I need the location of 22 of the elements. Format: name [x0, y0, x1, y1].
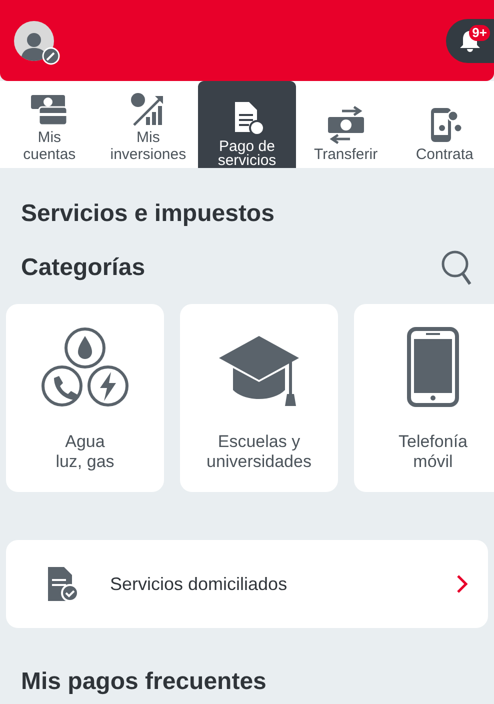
nav-tab[interactable]: Mis cuentas	[0, 81, 99, 168]
notification-count: 9+	[469, 24, 490, 40]
cash-card-icon	[29, 93, 70, 127]
category-card[interactable]: Telefonía móvil	[354, 304, 494, 492]
nav-tab[interactable]: Mis inversiones	[98, 81, 198, 168]
edit-icon	[42, 46, 60, 64]
domiciled-services-row[interactable]: Servicios domiciliados	[6, 540, 488, 628]
mobile-phone-icon	[406, 326, 460, 408]
category-card[interactable]: Agua luz, gas	[6, 304, 164, 492]
notifications-button[interactable]: 9+	[446, 18, 494, 62]
profile-avatar[interactable]	[14, 20, 54, 60]
frequent-payments-title: Mis pagos frecuentes	[20, 667, 268, 697]
chevron-right-icon	[456, 574, 468, 594]
categories-title: Categorías	[21, 253, 146, 283]
document-check-icon	[46, 565, 80, 603]
search-icon[interactable]	[441, 248, 473, 288]
nav-tab[interactable]: Pago de servicios	[198, 81, 296, 168]
category-card[interactable]: Escuelas y universidades	[180, 304, 338, 492]
nav-tab[interactable]: Contrata	[395, 81, 494, 168]
section-title: Servicios e impuestos	[21, 200, 276, 228]
nav-tab[interactable]: Transferir	[296, 81, 396, 168]
utilities-icon	[40, 326, 130, 408]
